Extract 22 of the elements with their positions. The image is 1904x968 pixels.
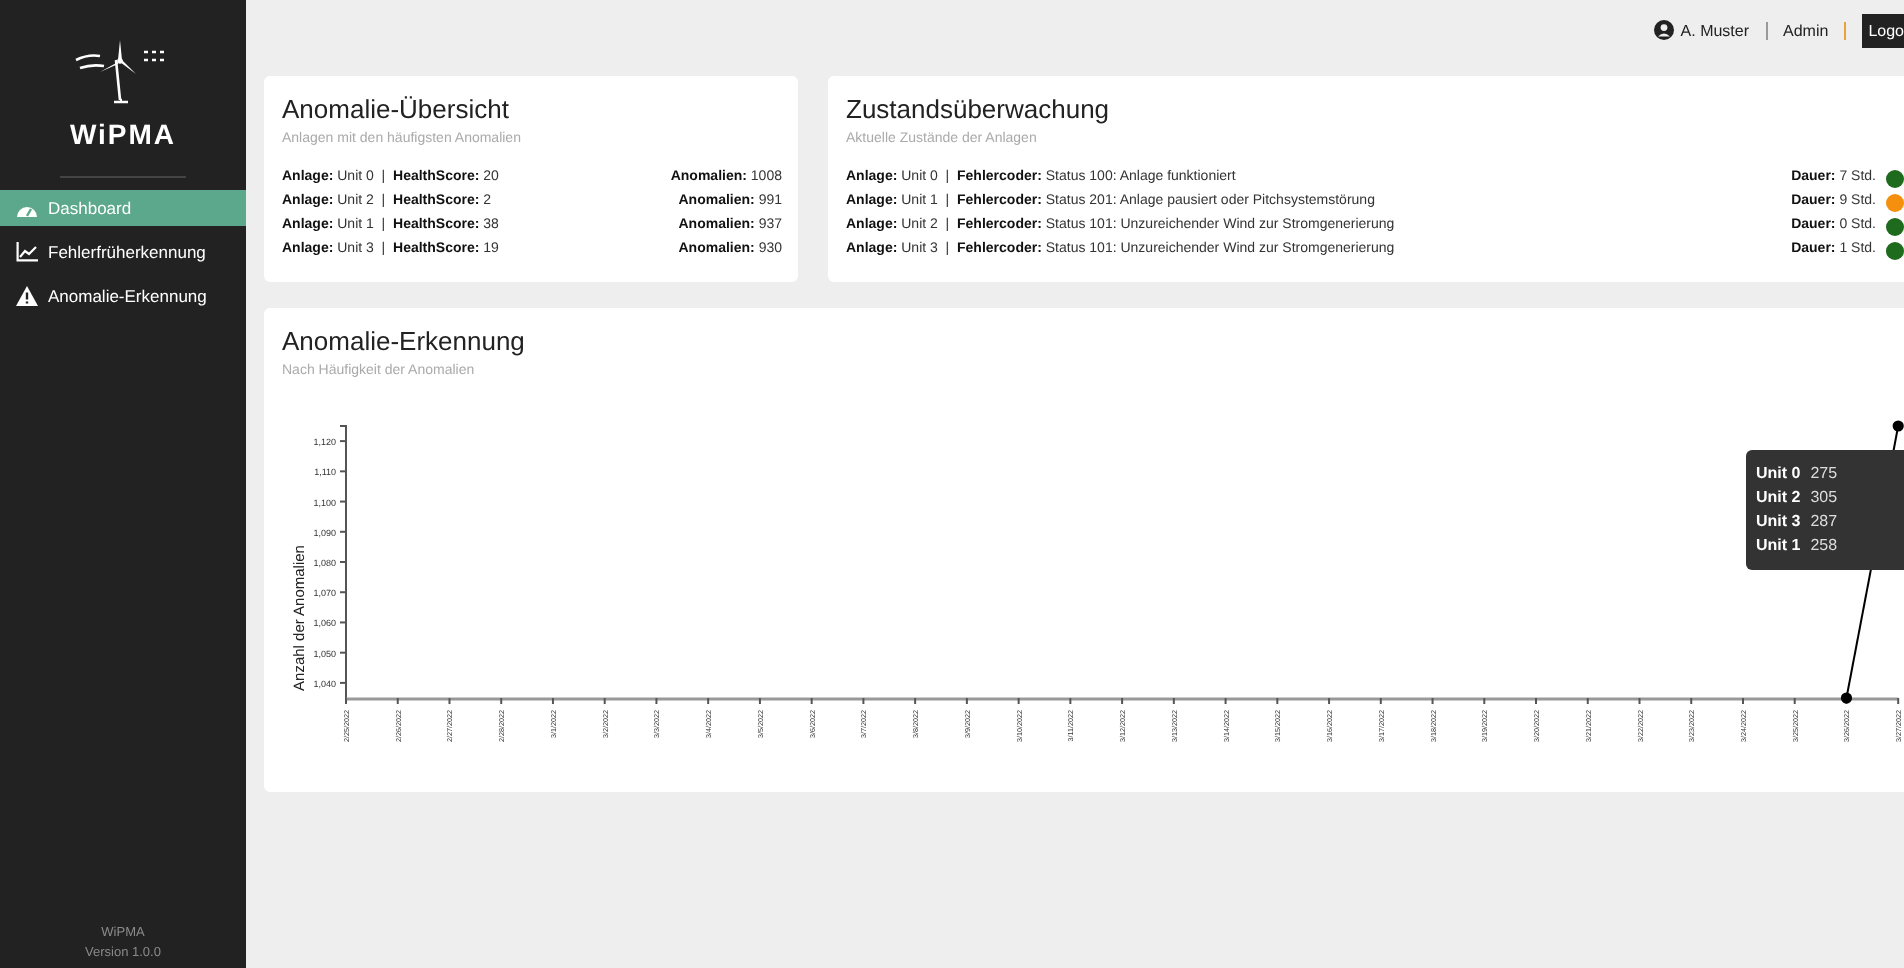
tooltip-label: Unit 1: [1756, 534, 1801, 558]
tooltip-label: Unit 0: [1756, 462, 1801, 486]
tooltip-label: Unit 3: [1756, 510, 1801, 534]
line-chart-icon: [16, 242, 38, 262]
tooltip-value: 275: [1810, 462, 1838, 486]
role-link[interactable]: Admin: [1783, 21, 1829, 39]
data-point: [1892, 420, 1904, 432]
card-title: Anomalie-Übersicht: [282, 92, 511, 128]
tooltip-value: 287: [1810, 510, 1838, 534]
tooltip-value: 305: [1810, 486, 1838, 510]
card-title: Zustandsüberwachung: [846, 92, 1112, 128]
brand-name: WiPMA: [69, 118, 177, 150]
logout-button[interactable]: Logo: [1862, 13, 1904, 47]
nav-item[interactable]: Fehlerfrüherkennung: [0, 234, 246, 270]
tooltip-label: Unit 2: [1756, 486, 1801, 510]
nav-item[interactable]: Anomalie-Erkennung: [0, 278, 246, 314]
card-title: Anomalie-Erkennung: [282, 324, 527, 360]
user-icon: [1654, 20, 1675, 40]
user-link[interactable]: A. Muster: [1680, 21, 1750, 39]
tooltip-value: 258: [1810, 534, 1838, 558]
data-point: [1840, 692, 1853, 704]
warning-icon: [16, 286, 38, 306]
